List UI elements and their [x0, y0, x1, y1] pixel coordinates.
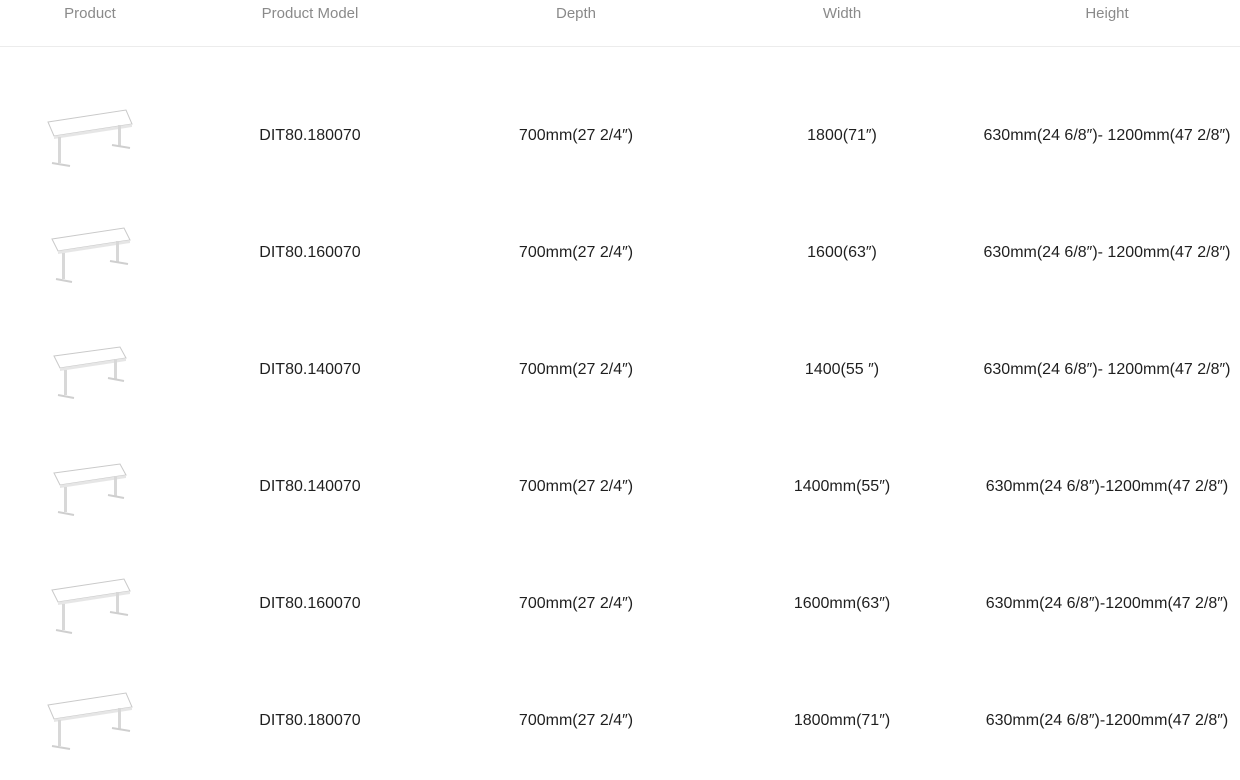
- table-row: DIT80.140070 700mm(27 2/4″) 1400mm(55″) …: [0, 429, 1240, 546]
- product-model: DIT80.140070: [259, 361, 361, 378]
- height-value: 630mm(24 6/8″)-1200mm(47 2/8″): [985, 478, 1229, 495]
- width-value: 1600(63″): [807, 244, 877, 261]
- table-header: Product Product Model Depth Width Height: [0, 0, 1240, 47]
- table-row: DIT80.160070 700mm(27 2/4″) 1600(63″) 63…: [0, 195, 1240, 312]
- column-header-product: Product: [64, 5, 116, 22]
- depth-value: 700mm(27 2/4″): [518, 478, 634, 495]
- height-value: 630mm(24 6/8″)- 1200mm(47 2/8″): [983, 361, 1231, 378]
- standing-desk-thumbnail: [51, 227, 131, 283]
- standing-desk-thumbnail: [47, 692, 133, 750]
- standing-desk-thumbnail: [53, 346, 127, 399]
- depth-value: 700mm(27 2/4″): [518, 712, 634, 729]
- table-row: DIT80.160070 700mm(27 2/4″) 1600mm(63″) …: [0, 546, 1240, 663]
- height-value: 630mm(24 6/8″)- 1200mm(47 2/8″): [983, 244, 1231, 261]
- depth-value: 700mm(27 2/4″): [518, 244, 634, 261]
- height-value: 630mm(24 6/8″)- 1200mm(47 2/8″): [983, 127, 1231, 144]
- width-value: 1600mm(63″): [793, 595, 891, 612]
- column-header-width: Width: [822, 5, 862, 22]
- width-value: 1400mm(55″): [793, 478, 891, 495]
- standing-desk-thumbnail: [47, 109, 133, 167]
- product-model: DIT80.140070: [259, 478, 361, 495]
- column-header-depth: Depth: [555, 5, 597, 22]
- product-model: DIT80.160070: [259, 595, 361, 612]
- depth-value: 700mm(27 2/4″): [518, 127, 634, 144]
- column-header-height: Height: [1085, 5, 1129, 22]
- product-model: DIT80.160070: [259, 244, 361, 261]
- width-value: 1800mm(71″): [793, 712, 891, 729]
- width-value: 1400(55 ″): [804, 361, 880, 378]
- depth-value: 700mm(27 2/4″): [518, 361, 634, 378]
- depth-value: 700mm(27 2/4″): [518, 595, 634, 612]
- product-model: DIT80.180070: [259, 127, 361, 144]
- column-header-product-model: Product Model: [261, 5, 359, 22]
- product-model: DIT80.180070: [259, 712, 361, 729]
- table-row: DIT80.180070 700mm(27 2/4″) 1800mm(71″) …: [0, 663, 1240, 780]
- standing-desk-thumbnail: [53, 463, 127, 516]
- standing-desk-thumbnail: [51, 578, 131, 634]
- width-value: 1800(71″): [807, 127, 877, 144]
- table-row: DIT80.180070 700mm(27 2/4″) 1800(71″) 63…: [0, 78, 1240, 195]
- table-row: DIT80.140070 700mm(27 2/4″) 1400(55 ″) 6…: [0, 312, 1240, 429]
- height-value: 630mm(24 6/8″)-1200mm(47 2/8″): [985, 712, 1229, 729]
- height-value: 630mm(24 6/8″)-1200mm(47 2/8″): [985, 595, 1229, 612]
